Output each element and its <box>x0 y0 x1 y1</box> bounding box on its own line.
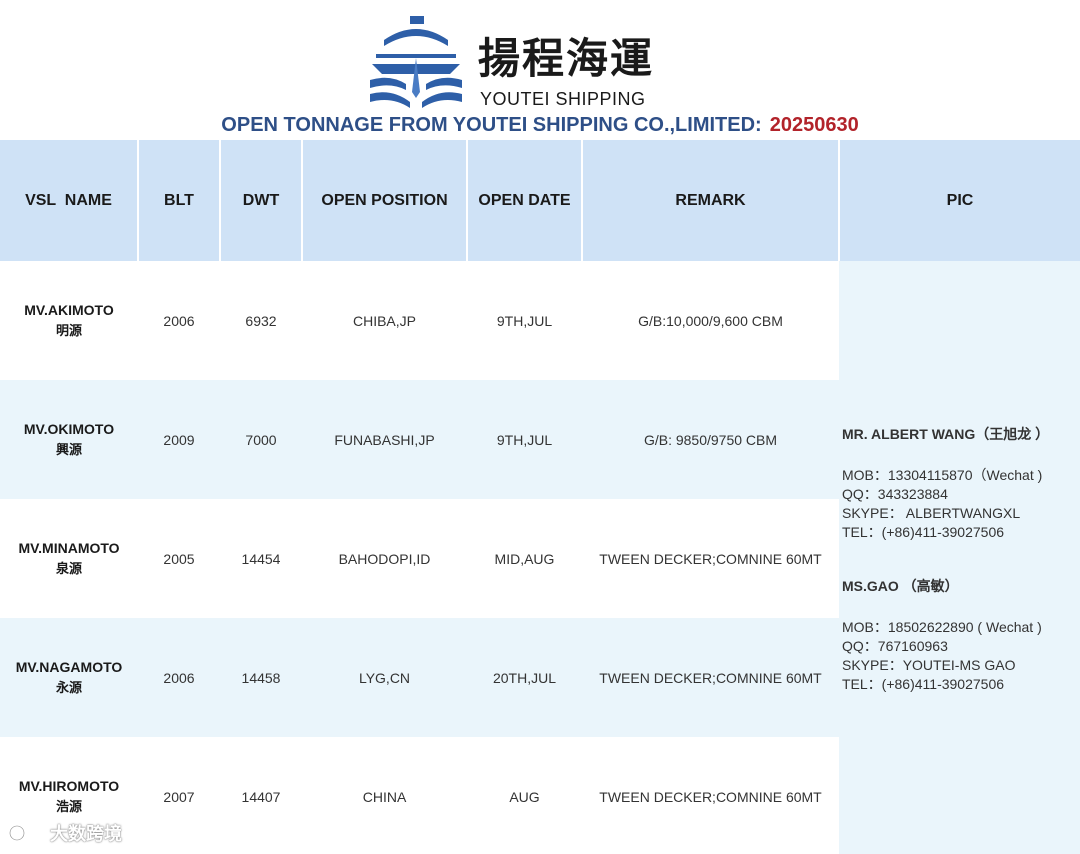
document-header: 揚程海運 YOUTEI SHIPPING OPEN TONNAGE FROM Y… <box>0 0 1080 140</box>
col-header-remark: REMARK <box>582 140 840 261</box>
vessel-name-cell: MV.MINAMOTO 泉源 <box>0 499 138 618</box>
dwt-cell: 6932 <box>220 261 302 380</box>
remark-cell: TWEEN DECKER;COMNINE 60MT <box>582 499 839 618</box>
brand-name-cn: 揚程海運 <box>478 34 655 83</box>
vessel-name-en: MV.HIROMOTO <box>18 778 120 794</box>
contact-mobile: MOB：18502622890 ( Wechat ) <box>842 618 1042 635</box>
vessel-name-en: MV.MINAMOTO <box>18 540 120 556</box>
col-header-open-date: OPEN DATE <box>467 140 583 261</box>
contact-qq: QQ：767160963 <box>842 637 948 654</box>
open-date-cell: AUG <box>467 737 582 854</box>
brand-name-en: YOUTEI SHIPPING <box>480 89 646 109</box>
contact-tel: TEL：(+86)411-39027506 <box>842 675 1005 692</box>
remark-cell: G/B:10,000/9,600 CBM <box>582 261 839 380</box>
vessel-name-cn: 明源 <box>55 324 82 339</box>
vessel-name-cn: 興源 <box>55 443 82 458</box>
vessel-name-cn: 浩源 <box>55 800 82 815</box>
open-date-cell: 9TH,JUL <box>467 261 582 380</box>
vessel-name-en: MV.OKIMOTO <box>23 421 115 437</box>
dwt-cell: 7000 <box>220 380 302 499</box>
blt-cell: 2005 <box>138 499 220 618</box>
contact-skype: SKYPE： ALBERTWANGXL <box>842 504 1021 521</box>
col-header-dwt: DWT <box>220 140 303 261</box>
ship-logo-icon <box>370 16 462 108</box>
vessel-name-cell: MV.NAGAMOTO 永源 <box>0 618 138 737</box>
open-position-cell: BAHODOPI,ID <box>302 499 467 618</box>
vessel-name-cell: MV.AKIMOTO 明源 <box>0 261 138 380</box>
blt-cell: 2007 <box>138 737 220 854</box>
watermark-logo-icon <box>8 824 43 842</box>
dwt-cell: 14454 <box>220 499 302 618</box>
vessel-name-cell: MV.OKIMOTO 興源 <box>0 380 138 499</box>
open-position-cell: CHIBA,JP <box>302 261 467 380</box>
watermark: 大数跨境 <box>8 818 122 848</box>
contact-name: MR. ALBERT WANG（王旭龙 ） <box>842 425 1050 442</box>
vessel-name-cn: 永源 <box>55 681 82 696</box>
col-header-pic: PIC <box>839 140 1080 261</box>
dwt-cell: 14407 <box>220 737 302 854</box>
contact-skype: SKYPE：YOUTEI-MS GAO <box>842 656 1016 673</box>
pic-contact: MS.GAO （高敏） MOB：18502622890 ( Wechat ) Q… <box>842 576 1080 694</box>
blt-cell: 2009 <box>138 380 220 499</box>
blt-cell: 2006 <box>138 261 220 380</box>
open-position-cell: FUNABASHI,JP <box>302 380 467 499</box>
contact-name: MS.GAO （高敏） <box>842 577 959 594</box>
page-title: OPEN TONNAGE FROM YOUTEI SHIPPING CO.,LI… <box>0 112 1080 138</box>
open-position-cell: CHINA <box>302 737 467 854</box>
col-header-open-position: OPEN POSITION <box>302 140 468 261</box>
open-position-cell: LYG,CN <box>302 618 467 737</box>
watermark-text: 大数跨境 <box>50 824 122 845</box>
title-text: OPEN TONNAGE FROM YOUTEI SHIPPING CO.,LI… <box>221 114 762 136</box>
dwt-cell: 14458 <box>220 618 302 737</box>
open-date-cell: MID,AUG <box>467 499 582 618</box>
tonnage-table: VSL NAME BLT DWT OPEN POSITION OPEN DATE… <box>0 140 1080 854</box>
table-row: MV.AKIMOTO 明源 2006 6932 CHIBA,JP 9TH,JUL… <box>0 261 1080 854</box>
blt-cell: 2006 <box>138 618 220 737</box>
contact-qq: QQ：343323884 <box>842 485 948 502</box>
col-header-vsl-name: VSL NAME <box>0 140 139 261</box>
vessel-name-cn: 泉源 <box>55 562 82 577</box>
contact-mobile: MOB：13304115870（Wechat ) <box>842 466 1043 483</box>
remark-cell: G/B: 9850/9750 CBM <box>582 380 839 499</box>
table-header-row: VSL NAME BLT DWT OPEN POSITION OPEN DATE… <box>0 140 1080 261</box>
open-date-cell: 20TH,JUL <box>467 618 582 737</box>
title-date: 20250630 <box>769 114 859 136</box>
remark-cell: TWEEN DECKER;COMNINE 60MT <box>582 737 839 854</box>
col-header-blt: BLT <box>138 140 221 261</box>
vessel-name-en: MV.NAGAMOTO <box>15 659 123 675</box>
pic-cell: MR. ALBERT WANG（王旭龙 ） MOB：13304115870（We… <box>839 261 1080 854</box>
vessel-name-en: MV.AKIMOTO <box>24 302 114 318</box>
open-date-cell: 9TH,JUL <box>467 380 582 499</box>
contact-tel: TEL：(+86)411-39027506 <box>842 523 1005 540</box>
pic-contact: MR. ALBERT WANG（王旭龙 ） MOB：13304115870（We… <box>842 424 1080 542</box>
remark-cell: TWEEN DECKER;COMNINE 60MT <box>582 618 839 737</box>
